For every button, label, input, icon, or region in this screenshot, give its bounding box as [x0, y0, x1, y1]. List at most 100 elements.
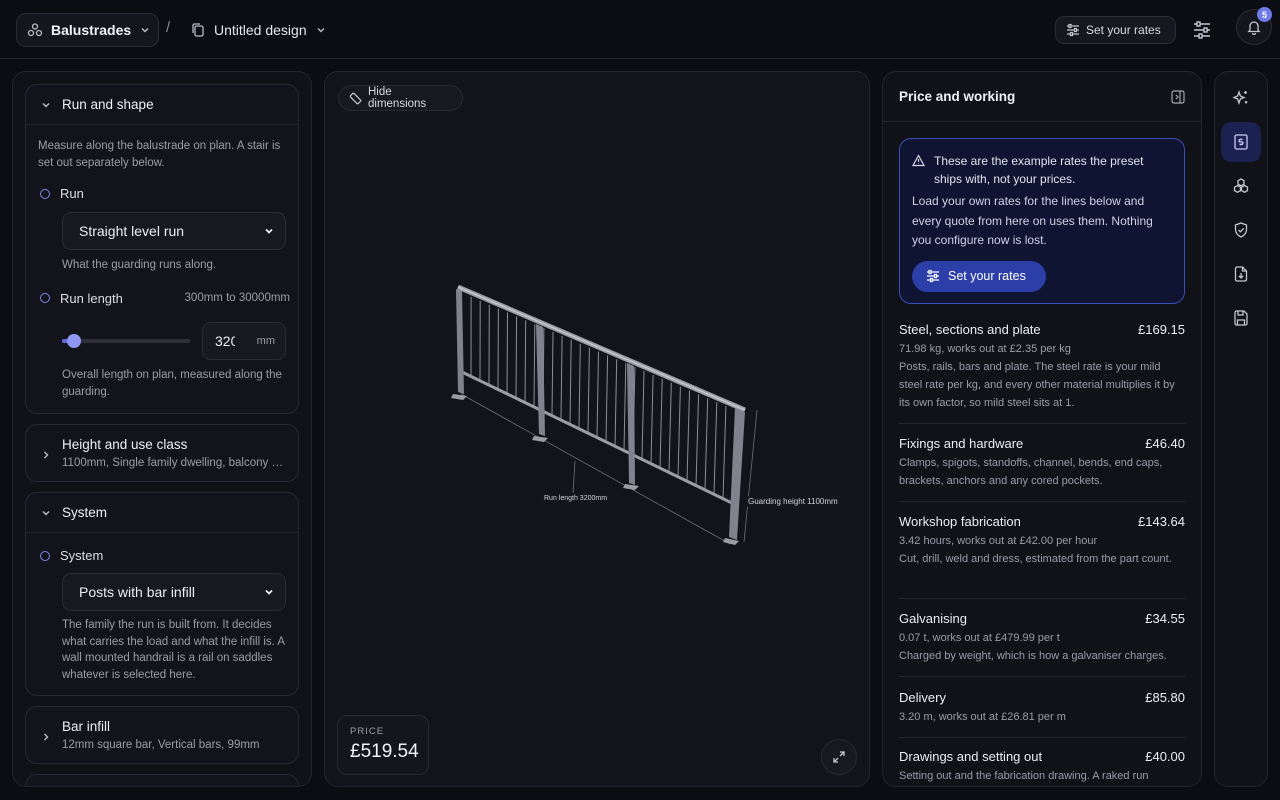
length-slider-thumb[interactable]	[67, 334, 82, 348]
bar-infill-section[interactable]: Bar infill 12mm square bar, Vertical bar…	[25, 706, 299, 764]
design-name: Untitled design	[214, 22, 307, 38]
cost-line-fabrication: Workshop fabrication £143.64 3.42 hours, …	[899, 514, 1185, 599]
rail-export-button[interactable]	[1221, 254, 1261, 294]
system-select[interactable]: Posts with bar infill	[62, 573, 286, 611]
system-title: System	[62, 505, 108, 520]
cost-line-detail: 3.20 m, works out at £26.81 per m	[899, 711, 1066, 723]
price-caption: PRICE	[350, 726, 385, 737]
cost-line-steel: Steel, sections and plate £169.15 71.98 k…	[899, 322, 1185, 424]
infill-bar	[506, 312, 508, 394]
infill-bar	[641, 370, 645, 460]
notification-count-badge: 5	[1257, 7, 1272, 22]
infill-bar	[659, 378, 663, 469]
price-value: £519.54	[350, 741, 419, 762]
export-icon	[1232, 265, 1250, 283]
collapse-panel-icon[interactable]	[1171, 89, 1185, 104]
infill-bar	[668, 382, 672, 473]
3d-viewer[interactable]: Hide dimensions Run length 3200mm Guardi…	[324, 71, 870, 787]
cost-line-name: Drawings and setting out	[899, 749, 1043, 764]
length-unit: mm	[256, 335, 275, 347]
design-switcher[interactable]: Untitled design	[186, 13, 331, 47]
rail-save-button[interactable]	[1221, 298, 1261, 338]
height-use-summary: 1100mm, Single family dwelling, balcony …	[62, 457, 287, 469]
run-select-value: Straight level run	[79, 223, 185, 239]
run-field: Run	[40, 186, 84, 201]
settings-sliders-button[interactable]	[1191, 19, 1213, 41]
cost-line-name: Delivery	[899, 690, 946, 705]
cost-line-fixings: Fixings and hardware £46.40 Clamps, spigo…	[899, 436, 1185, 502]
height-use-section[interactable]: Height and use class 1100mm, Single fami…	[25, 424, 299, 482]
sliders-icon	[926, 269, 940, 283]
cost-line-detail: 3.42 hours, works out at £42.00 per hour	[899, 535, 1098, 547]
infill-bar	[596, 351, 599, 438]
bell-icon	[1246, 19, 1262, 35]
height-use-title: Height and use class	[62, 437, 188, 452]
system-field: System	[40, 548, 103, 563]
bar-infill	[470, 296, 727, 499]
chevron-down-icon	[315, 24, 327, 36]
infill-bar	[587, 347, 590, 434]
infill-bar	[704, 398, 709, 490]
system-header[interactable]: System	[26, 493, 298, 533]
rails	[457, 284, 746, 506]
project-switcher[interactable]: Balustrades	[16, 13, 159, 47]
copy-icon	[190, 22, 206, 38]
rail-compliance-button[interactable]	[1221, 210, 1261, 250]
length-help: Overall length on plan, measured along t…	[62, 369, 282, 398]
next-section[interactable]	[25, 774, 299, 786]
infill-bar	[686, 390, 690, 482]
project-name: Balustrades	[51, 22, 132, 38]
length-input[interactable]: 3200 mm	[202, 322, 286, 360]
chevron-down-icon	[263, 225, 275, 237]
cost-line-price: £85.80	[1145, 690, 1185, 705]
set-rates-button[interactable]: Set your rates	[1055, 16, 1176, 44]
chevron-right-icon	[40, 449, 52, 469]
cost-line-name: Steel, sections and plate	[899, 322, 1041, 337]
infill-bar	[515, 316, 518, 399]
bar-infill-summary: 12mm square bar, Vertical bars, 99mm	[62, 739, 260, 751]
balustrade-model	[451, 284, 758, 545]
infill-bar	[722, 406, 727, 499]
status-dot-icon	[40, 293, 50, 304]
bar-infill-title: Bar infill	[62, 719, 111, 734]
price-summary: PRICE £519.54	[337, 715, 429, 775]
rail-assistant-button[interactable]	[1221, 78, 1261, 118]
rail-pricing-button[interactable]	[1221, 122, 1261, 162]
notice-set-rates-button[interactable]: Set your rates	[912, 260, 1046, 292]
cost-line-note: Clamps, spigots, standoffs, channel, ben…	[899, 457, 1163, 487]
warning-icon	[912, 154, 925, 188]
cost-line-name: Fixings and hardware	[899, 436, 1024, 451]
run-length-dimension-label: Run length 3200mm	[542, 494, 610, 503]
cost-line-note: Charged by weight, which is how a galvan…	[899, 650, 1167, 662]
fullscreen-button[interactable]	[821, 739, 857, 775]
price-panel: Price and working These are the example …	[882, 71, 1202, 787]
cost-line-name: Workshop fabrication	[899, 514, 1021, 529]
configuration-panel: Run and shape Measure along the balustra…	[12, 71, 312, 787]
breadcrumb-separator: /	[166, 19, 171, 36]
chevron-right-icon	[40, 731, 52, 751]
run-select[interactable]: Straight level run	[62, 212, 286, 250]
run-shape-header[interactable]: Run and shape	[26, 85, 298, 125]
tune-icon	[1191, 19, 1213, 41]
notice-body: Load your own rates for the lines below …	[912, 194, 1153, 247]
infill-bar	[560, 335, 563, 421]
sparkle-icon	[1232, 89, 1250, 107]
post-base-plates	[451, 394, 739, 545]
cost-line-price: £34.55	[1145, 611, 1185, 626]
system-field-label: System	[60, 548, 104, 563]
cost-line-name: Galvanising	[899, 611, 967, 626]
system-section: System System Posts with bar infill The …	[25, 492, 299, 696]
infill-bar	[578, 343, 581, 429]
dimension-lines	[460, 393, 758, 545]
length-slider-track[interactable]	[62, 339, 190, 343]
pricing-icon	[1232, 133, 1250, 151]
tool-rail	[1214, 71, 1268, 787]
rail-parts-button[interactable]	[1221, 166, 1261, 206]
infill-bar	[605, 355, 609, 442]
parts-icon	[1232, 177, 1250, 195]
expand-icon	[832, 750, 846, 764]
infill-bar	[623, 363, 627, 451]
set-rates-label: Set your rates	[1086, 23, 1161, 37]
cost-line-delivery: Delivery £85.80 3.20 m, works out at £26.…	[899, 690, 1185, 738]
components-icon	[27, 22, 43, 38]
